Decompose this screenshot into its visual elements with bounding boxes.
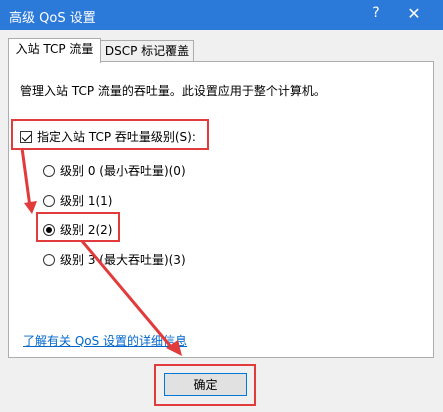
tab-dscp-override[interactable]: DSCP 标记覆盖 <box>100 40 194 62</box>
throughput-checkbox-row[interactable]: 指定入站 TCP 吞吐量级别(S): <box>20 128 196 145</box>
ok-button[interactable]: 确定 <box>164 373 247 396</box>
close-button[interactable]: ✕ <box>402 4 426 23</box>
title-bar: 高级 QoS 设置 ? ✕ <box>0 0 443 30</box>
radio-level-3[interactable] <box>43 253 55 266</box>
tab-inbound-tcp[interactable]: 入站 TCP 流量 <box>8 38 101 63</box>
window-title: 高级 QoS 设置 <box>9 11 96 26</box>
throughput-checkbox-label: 指定入站 TCP 吞吐量级别(S): <box>37 130 196 144</box>
radio-level-0-label: 级别 0 (最小吞吐量)(0) <box>60 164 186 178</box>
help-button[interactable]: ? <box>366 5 386 21</box>
radio-level-1-label: 级别 1(1) <box>60 194 113 208</box>
radio-level-2-row[interactable]: 级别 2(2) <box>43 221 112 238</box>
radio-level-3-row[interactable]: 级别 3 (最大吞吐量)(3) <box>43 251 186 268</box>
qos-info-link[interactable]: 了解有关 QoS 设置的详细信息 <box>23 332 187 349</box>
radio-level-1[interactable] <box>43 194 55 207</box>
radio-level-2-label: 级别 2(2) <box>60 223 113 237</box>
radio-level-1-row[interactable]: 级别 1(1) <box>43 192 112 209</box>
tab-panel <box>8 61 434 358</box>
radio-level-0-row[interactable]: 级别 0 (最小吞吐量)(0) <box>43 162 186 179</box>
radio-level-2[interactable] <box>43 223 55 236</box>
radio-level-0[interactable] <box>43 164 55 177</box>
panel-description: 管理入站 TCP 流量的吞吐量。此设置应用于整个计算机。 <box>20 84 326 98</box>
throughput-checkbox[interactable] <box>20 130 32 143</box>
radio-level-3-label: 级别 3 (最大吞吐量)(3) <box>60 253 186 267</box>
